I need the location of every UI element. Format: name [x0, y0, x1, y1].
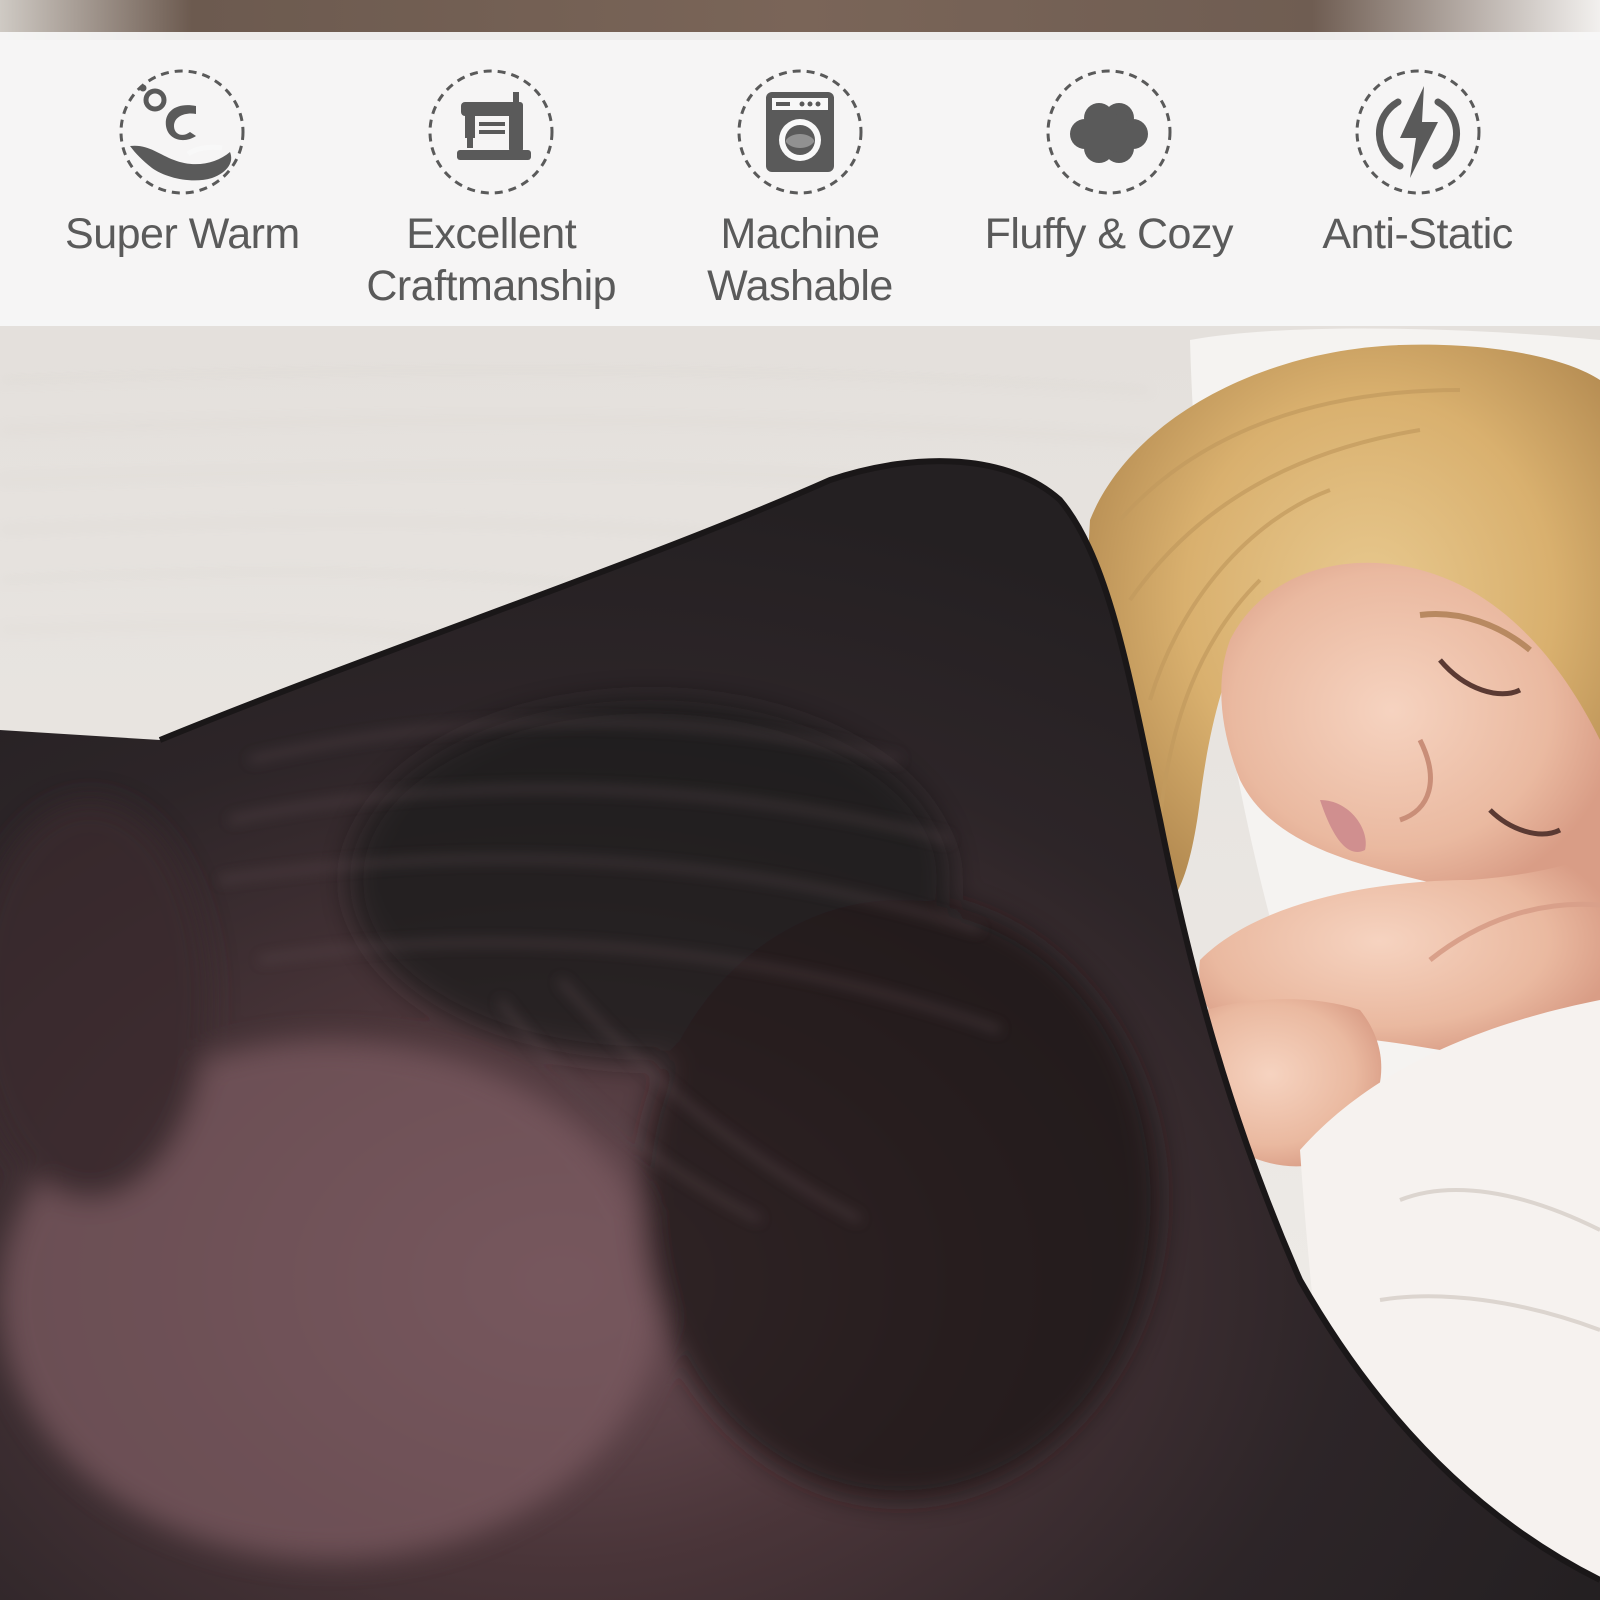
feature-super-warm: Super Warm: [37, 68, 327, 260]
sun-cloud-icon: [119, 69, 245, 195]
washing-machine-icon: [737, 69, 863, 195]
feature-machine-washable: Machine Washable: [655, 68, 945, 312]
feature-label-fluffy-cozy: Fluffy & Cozy: [984, 210, 1234, 258]
feature-label-super-warm: Super Warm: [65, 210, 300, 258]
feature-label-machine-washable: Machine Washable: [707, 210, 893, 310]
lightning-icon: [1355, 69, 1481, 195]
feature-anti-static: Anti-Static: [1273, 68, 1563, 260]
feature-excellent-craftmanship: Excellent Craftmanship: [346, 68, 636, 312]
feature-fluffy-cozy: Fluffy & Cozy: [964, 68, 1254, 260]
sewing-machine-icon: [428, 69, 554, 195]
feature-label-anti-static: Anti-Static: [1322, 210, 1513, 258]
cloud-icon: [1046, 69, 1172, 195]
feature-label-excellent-craftmanship: Excellent Craftmanship: [366, 210, 617, 310]
feature-band: Super Warm Excellent Craftmanship Machin…: [0, 32, 1600, 326]
product-image: Super Warm Excellent Craftmanship Machin…: [0, 0, 1600, 1600]
